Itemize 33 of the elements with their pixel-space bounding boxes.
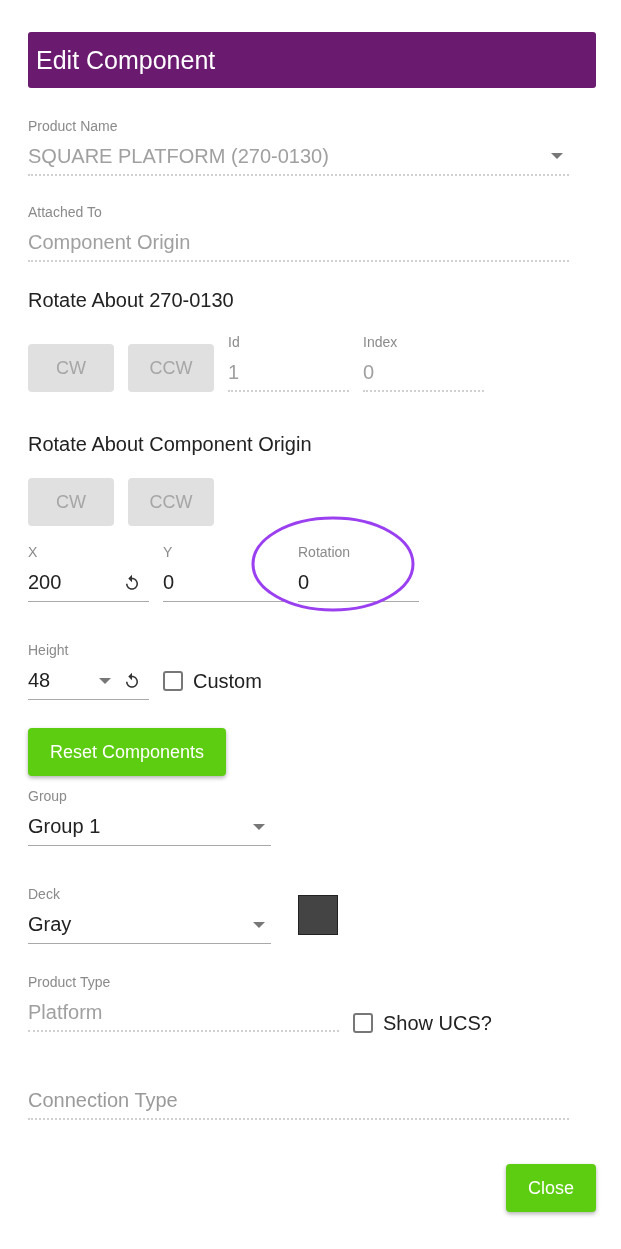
field-label: Height xyxy=(28,642,70,659)
reset-icon[interactable] xyxy=(123,671,141,690)
checkbox-label: Show UCS? xyxy=(383,1011,492,1035)
field-label: Rotation xyxy=(298,544,352,561)
dropdown-field[interactable]: 48 xyxy=(28,662,149,700)
dropdown-caret-icon xyxy=(99,677,111,684)
section-heading: Rotate About Component Origin xyxy=(28,432,313,456)
dropdown-caret-icon xyxy=(551,153,563,159)
color-swatch[interactable] xyxy=(298,895,338,935)
field-label: Product Name xyxy=(28,118,119,135)
field-label: Product Type xyxy=(28,974,112,991)
text-field[interactable]: 200 xyxy=(28,564,149,602)
field-label: Group xyxy=(28,788,68,805)
reset-components-button[interactable]: Reset Components xyxy=(28,728,227,776)
dropdown-caret-icon xyxy=(253,823,265,830)
field-label: Id xyxy=(228,334,241,351)
dialog-title: Edit Component xyxy=(28,32,596,88)
field-label: X xyxy=(28,544,39,561)
text-field[interactable]: 0 xyxy=(298,564,419,602)
checkbox[interactable] xyxy=(353,1013,373,1033)
close-button[interactable]: Close xyxy=(505,1164,596,1212)
dropdown-field[interactable]: Group 1 xyxy=(28,808,271,846)
checkbox-label: Custom xyxy=(193,669,262,693)
text-field[interactable]: 0 xyxy=(163,564,284,602)
field-label: Index xyxy=(363,334,399,351)
reset-icon[interactable] xyxy=(123,573,141,592)
dropdown-field[interactable]: Gray xyxy=(28,906,271,944)
checkbox[interactable] xyxy=(163,671,183,691)
field-label: Y xyxy=(163,544,174,561)
field-label: Attached To xyxy=(28,204,103,221)
dropdown-caret-icon xyxy=(253,921,265,928)
field-label: Deck xyxy=(28,886,61,903)
section-heading: Rotate About 270-0130 xyxy=(28,288,235,312)
